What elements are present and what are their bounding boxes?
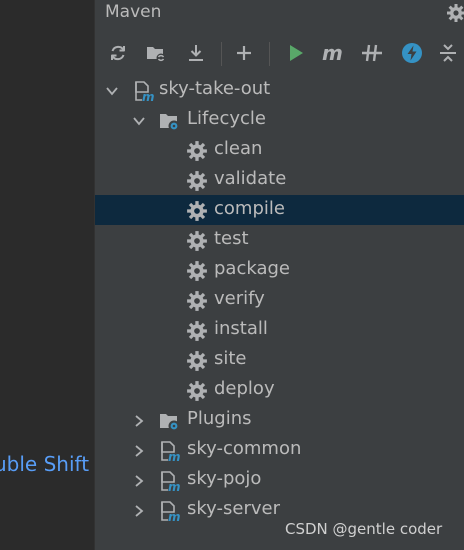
gear-icon xyxy=(186,230,208,252)
watermark-text: CSDN @gentle coder xyxy=(285,520,443,538)
plugins-folder-icon xyxy=(159,410,181,432)
tree-node-goal[interactable]: validate xyxy=(95,165,464,195)
execute-goal-icon[interactable]: m xyxy=(321,40,347,66)
maven-toolbar: m xyxy=(95,36,464,72)
chevron-down-icon[interactable] xyxy=(132,113,146,127)
maven-module-icon: m xyxy=(159,500,181,524)
generate-sources-icon[interactable] xyxy=(143,40,169,66)
tree-node-lifecycle[interactable]: Lifecycle xyxy=(95,105,464,135)
svg-text:m: m xyxy=(168,450,181,462)
gear-icon xyxy=(186,320,208,342)
tree-node-label: package xyxy=(214,258,290,279)
maven-module-icon: m xyxy=(133,80,155,104)
tree-node-label: sky-server xyxy=(187,498,280,519)
chevron-right-icon[interactable] xyxy=(132,443,146,457)
reload-icon[interactable] xyxy=(105,40,131,66)
toolbar-separator xyxy=(269,42,270,66)
gear-icon xyxy=(186,170,208,192)
tree-node-label: verify xyxy=(214,288,265,309)
tree-node-label: install xyxy=(214,318,268,339)
gear-icon xyxy=(186,140,208,162)
tree-node-plugins[interactable]: Plugins xyxy=(95,405,464,435)
tree-node-goal[interactable]: deploy xyxy=(95,375,464,405)
tree-node-label: compile xyxy=(214,198,285,219)
gear-icon xyxy=(186,350,208,372)
tree-node-goal[interactable]: package xyxy=(95,255,464,285)
gear-icon xyxy=(186,200,208,222)
tree-node-module[interactable]: m sky-pojo xyxy=(95,465,464,495)
tree-node-label: deploy xyxy=(214,378,275,399)
settings-gear-icon[interactable] xyxy=(446,3,464,23)
gear-icon xyxy=(186,260,208,282)
tree-node-label: Lifecycle xyxy=(187,108,266,129)
toggle-offline-icon[interactable] xyxy=(359,40,385,66)
tree-node-label: test xyxy=(214,228,249,249)
skip-tests-icon[interactable] xyxy=(399,40,425,66)
tree-node-goal[interactable]: install xyxy=(95,315,464,345)
tool-window-title: Maven xyxy=(105,2,162,22)
svg-text:m: m xyxy=(168,480,181,492)
toolbar-separator xyxy=(221,42,222,66)
maven-module-icon: m xyxy=(159,440,181,464)
chevron-down-icon[interactable] xyxy=(105,83,119,97)
tree-node-goal[interactable]: clean xyxy=(95,135,464,165)
tree-node-label: sky-common xyxy=(187,438,302,459)
gear-icon xyxy=(186,380,208,402)
tree-node-label: site xyxy=(214,348,247,369)
tree-node-label: sky-pojo xyxy=(187,468,262,489)
tool-window-header: Maven xyxy=(95,0,464,26)
tree-node-goal[interactable]: test xyxy=(95,225,464,255)
editor-pane: uble Shift xyxy=(0,0,94,550)
chevron-right-icon[interactable] xyxy=(132,503,146,517)
chevron-right-icon[interactable] xyxy=(132,473,146,487)
svg-text:m: m xyxy=(142,90,155,102)
tree-node-label: clean xyxy=(214,138,263,159)
svg-text:m: m xyxy=(168,510,181,522)
tree-node-module[interactable]: m sky-common xyxy=(95,435,464,465)
download-icon[interactable] xyxy=(183,40,209,66)
svg-text:m: m xyxy=(322,42,343,64)
editor-hint-text: uble Shift xyxy=(0,452,90,476)
run-icon[interactable] xyxy=(283,40,309,66)
gear-icon xyxy=(186,290,208,312)
tree-node-goal-selected[interactable]: compile xyxy=(95,195,464,225)
tree-node-goal[interactable]: site xyxy=(95,345,464,375)
tree-node-goal[interactable]: verify xyxy=(95,285,464,315)
add-icon[interactable] xyxy=(231,40,257,66)
tree-node-root[interactable]: m sky-take-out xyxy=(95,75,464,105)
chevron-right-icon[interactable] xyxy=(132,413,146,427)
maven-tool-window: Maven m m sky-take-out Lifecycle clean v… xyxy=(95,0,464,550)
lifecycle-folder-icon xyxy=(159,110,181,132)
tree-node-label: Plugins xyxy=(187,408,252,429)
maven-module-icon: m xyxy=(159,470,181,494)
tree-node-label: sky-take-out xyxy=(159,78,271,99)
collapse-all-icon[interactable] xyxy=(435,40,461,66)
tree-node-label: validate xyxy=(214,168,287,189)
